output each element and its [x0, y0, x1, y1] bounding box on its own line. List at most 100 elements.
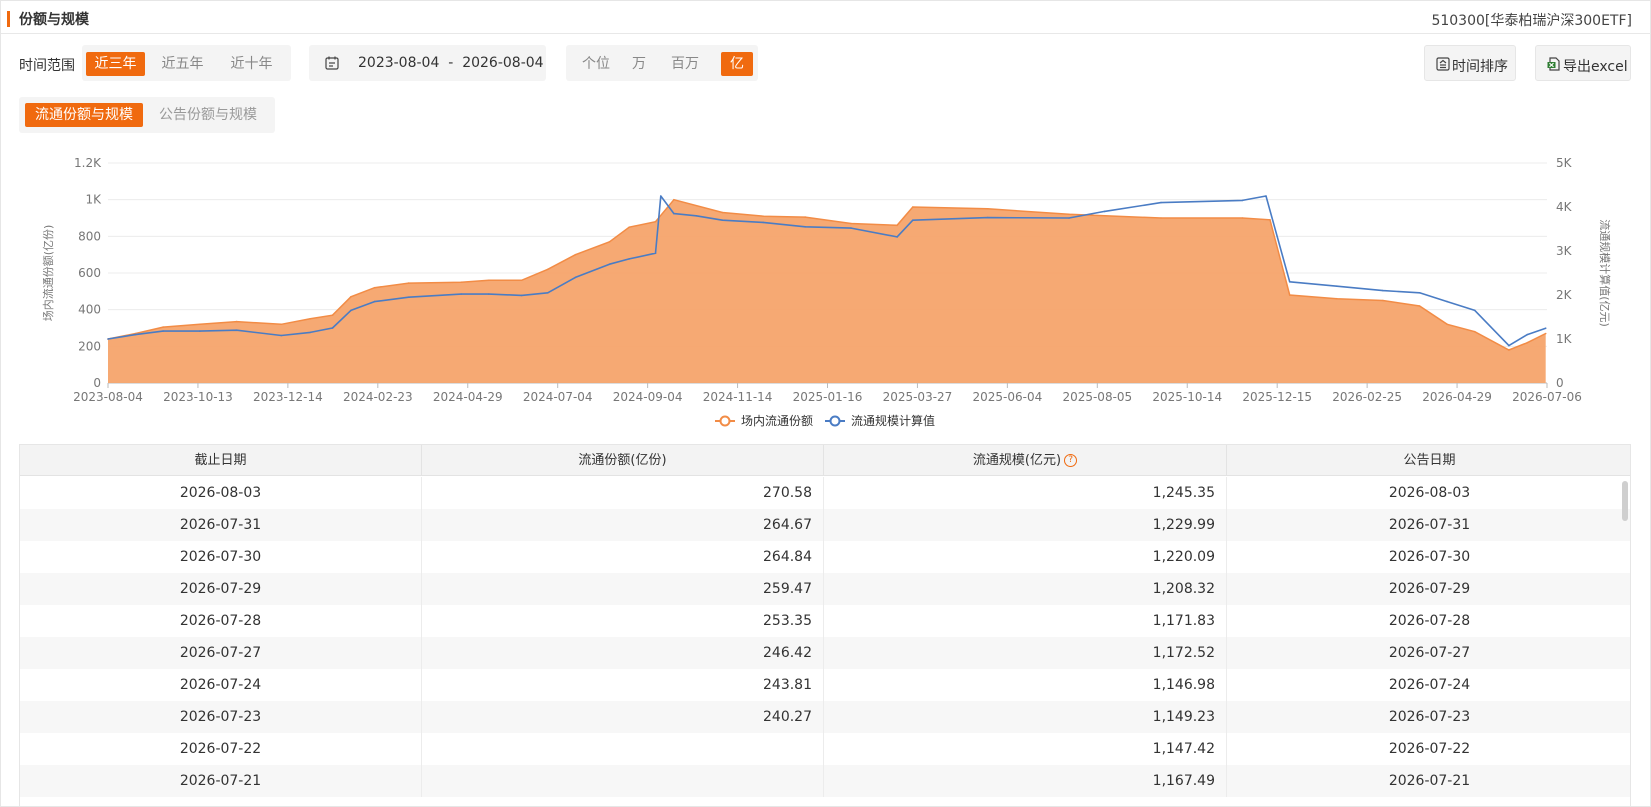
point-scale	[804, 226, 806, 228]
legend-item-scale[interactable]: 流通规模计算值	[825, 413, 935, 428]
cell-announce-date: 2026-08-03	[1388, 485, 1471, 501]
table-scrollbar[interactable]	[1622, 481, 1628, 521]
y-right-tick-label: 4K	[1556, 200, 1573, 214]
cell-shares	[422, 733, 824, 765]
point-scale	[331, 327, 334, 329]
table-row[interactable]: 2026-08-03 270.58 1,245.35 2026-08-03	[20, 477, 1630, 509]
table-row[interactable]: 2026-07-23 240.27 1,149.23 2026-07-23	[20, 701, 1630, 733]
unit-wan[interactable]: 万	[621, 52, 657, 76]
point-shares	[488, 279, 490, 282]
y-left-tick-label: 800	[78, 229, 101, 243]
y-left-tick-label: 1.2K	[74, 156, 102, 170]
x-tick-label: 2024-04-29	[433, 390, 503, 404]
help-icon[interactable]: ?	[1064, 454, 1078, 467]
cell-shares	[422, 765, 824, 797]
cell-announce-date: 2026-07-22	[1388, 741, 1471, 757]
time-range-label: 时间范围	[19, 58, 75, 74]
y-right-tick-label: 3K	[1556, 244, 1573, 258]
period-10y[interactable]: 近十年	[222, 52, 281, 76]
col-header-scale-label: 流通规模(亿元)	[972, 453, 1062, 468]
cell-shares: 259.47	[422, 573, 824, 605]
x-tick-label: 2024-07-04	[523, 390, 593, 404]
table-row[interactable]: 2026-07-27 246.42 1,172.52 2026-07-27	[20, 637, 1630, 669]
point-shares	[235, 320, 238, 323]
point-scale	[488, 293, 490, 295]
point-shares	[721, 211, 724, 214]
table-header: 截止日期 流通份额(亿份) 流通规模(亿元)? 公告日期	[20, 445, 1630, 476]
cell-end-date: 2026-07-29	[20, 573, 422, 605]
tab-circulating[interactable]: 流通份额与规模	[25, 103, 143, 127]
point-shares	[162, 326, 164, 328]
point-scale	[1288, 281, 1291, 283]
point-shares	[1418, 305, 1421, 307]
cell-scale: 1,245.35	[824, 477, 1227, 509]
cell-shares: 264.84	[422, 541, 824, 573]
point-shares	[373, 286, 376, 289]
chart-area-layer	[107, 198, 1547, 383]
cell-shares: 264.67	[422, 509, 824, 541]
period-5y[interactable]: 近五年	[153, 52, 212, 76]
table-row[interactable]: 2026-07-21 1,167.49 2026-07-21	[20, 765, 1630, 797]
col-header-scale[interactable]: 流通规模(亿元)?	[824, 445, 1227, 476]
y-axis-right-label: 流通规模计算值(亿元)	[1598, 219, 1612, 327]
cell-scale: 1,147.42	[824, 733, 1227, 765]
legend-marker-shares	[719, 415, 731, 427]
table-row[interactable]: 2026-07-24 243.81 1,146.98 2026-07-24	[20, 669, 1630, 701]
export-excel-button[interactable]: 导出excel	[1535, 45, 1631, 81]
tab-announced[interactable]: 公告份额与规模	[149, 103, 267, 127]
point-shares	[309, 318, 312, 320]
point-shares	[608, 241, 611, 243]
table-row[interactable]: 2026-07-28 253.35 1,171.83 2026-07-28	[20, 605, 1630, 637]
cell-end-date: 2026-08-03	[20, 477, 422, 509]
x-tick-label: 2026-02-25	[1332, 390, 1402, 404]
unit-ones[interactable]: 个位	[574, 52, 618, 76]
legend-label-scale: 流通规模计算值	[851, 413, 935, 428]
table-row[interactable]: 2026-07-30 264.84 1,220.09 2026-07-30	[20, 541, 1630, 573]
point-scale	[1265, 195, 1267, 197]
unit-million[interactable]: 百万	[663, 52, 707, 76]
table-row[interactable]: 2026-07-29 259.47 1,208.32 2026-07-29	[20, 573, 1630, 605]
cell-scale: 1,220.09	[824, 541, 1227, 573]
legend-item-shares[interactable]: 场内流通份额	[715, 414, 813, 428]
time-sort-label: 时间排序	[1452, 59, 1508, 75]
point-shares	[986, 208, 989, 210]
table-row[interactable]: 2026-07-22 1,147.42 2026-07-22	[20, 733, 1630, 765]
cell-scale: 1,167.49	[824, 765, 1227, 797]
cell-scale: 1,146.98	[824, 669, 1227, 701]
toolbar: 时间范围 近三年 近五年 近十年 2023-08-04 - 2026-08-04…	[1, 45, 1651, 81]
point-scale	[1508, 344, 1510, 347]
y-right-tick-label: 0	[1556, 376, 1564, 390]
point-scale	[986, 216, 989, 219]
point-scale	[1103, 210, 1106, 213]
x-tick-label: 2025-08-05	[1062, 390, 1132, 404]
x-tick-label: 2025-12-15	[1242, 390, 1312, 404]
point-shares	[1068, 213, 1070, 216]
point-shares	[460, 281, 463, 283]
date-range-picker[interactable]: 2023-08-04 - 2026-08-04	[309, 45, 546, 81]
point-scale	[1382, 289, 1384, 292]
unit-yi[interactable]: 亿	[721, 52, 753, 76]
point-shares	[280, 323, 283, 326]
cell-announce-date: 2026-07-23	[1388, 709, 1471, 725]
period-selector: 近三年 近五年 近十年	[82, 45, 291, 81]
point-scale	[1474, 309, 1476, 312]
subtab-switcher: 流通份额与规模 公告份额与规模	[19, 97, 275, 133]
cell-announce-date: 2026-07-28	[1388, 613, 1471, 629]
cell-end-date: 2026-07-21	[20, 765, 422, 797]
table-row[interactable]: 2026-07-31 264.67 1,229.99 2026-07-31	[20, 509, 1630, 541]
x-tick-label: 2024-02-23	[343, 390, 413, 404]
col-header-shares[interactable]: 流通份额(亿份)	[422, 445, 824, 476]
point-scale	[654, 252, 657, 254]
y-right-tick-label: 5K	[1556, 156, 1573, 170]
point-shares	[628, 226, 630, 228]
share-scale-panel: 份额与规模 510300[华泰柏瑞沪深300ETF] 时间范围 近三年 近五年 …	[0, 0, 1651, 807]
point-shares	[407, 282, 410, 284]
point-scale	[107, 338, 109, 340]
time-sort-button[interactable]: 时间排序	[1424, 45, 1516, 81]
export-excel-label: 导出excel	[1563, 59, 1628, 75]
col-header-end-date[interactable]: 截止日期	[20, 445, 422, 476]
calendar-icon	[325, 56, 339, 70]
period-3y[interactable]: 近三年	[86, 52, 145, 76]
point-scale	[1544, 327, 1547, 329]
col-header-announce-date[interactable]: 公告日期	[1227, 445, 1630, 476]
